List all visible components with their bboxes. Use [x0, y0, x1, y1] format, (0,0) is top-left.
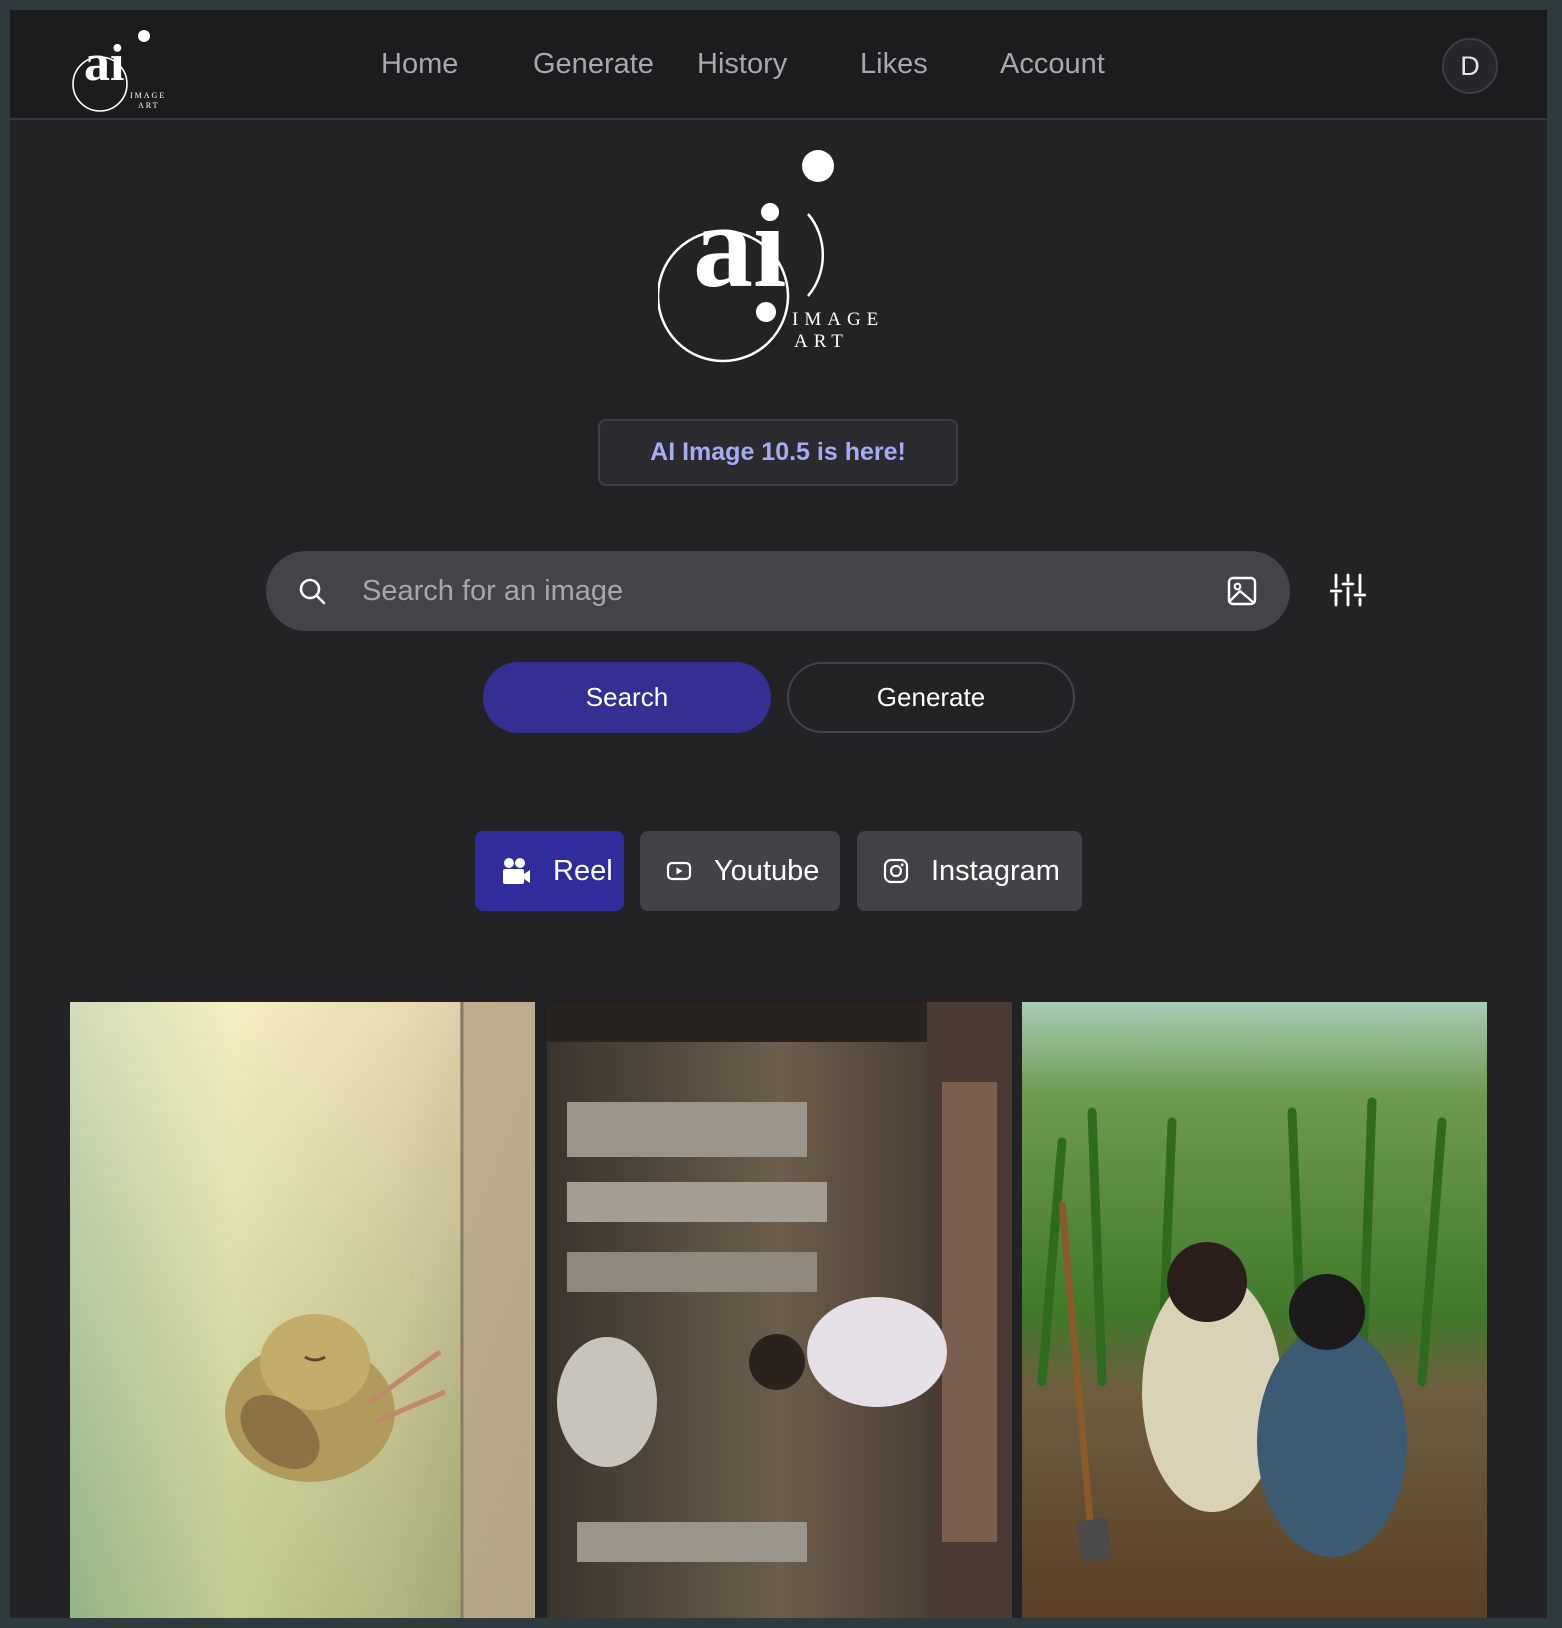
nav-account-link[interactable]: Account: [1000, 48, 1105, 81]
tab-instagram-label: Instagram: [931, 854, 1060, 887]
announcement-banner[interactable]: AI Image 10.5 is here!: [598, 419, 958, 486]
user-avatar[interactable]: D: [1442, 38, 1498, 94]
search-input[interactable]: [362, 565, 1182, 617]
nav-links: Home Generate History Likes Account: [10, 10, 1547, 120]
nav-home-link[interactable]: Home: [381, 48, 458, 81]
bird-image: [70, 1002, 535, 1618]
cornfield-image: [1022, 1002, 1487, 1618]
svg-text:ART: ART: [794, 331, 849, 352]
nav-history-link[interactable]: History: [697, 48, 787, 81]
tab-youtube-label: Youtube: [714, 854, 820, 887]
svg-text:IMAGE: IMAGE: [792, 309, 884, 330]
hero-logo: ai IMAGE ART: [658, 150, 884, 363]
image-upload-icon[interactable]: [1226, 575, 1258, 607]
generate-button[interactable]: Generate: [787, 662, 1075, 733]
top-navbar: ai IMAGE ART Home Generate History Likes…: [10, 10, 1547, 120]
tab-instagram[interactable]: Instagram: [857, 831, 1082, 911]
search-bar: [266, 551, 1290, 631]
instagram-icon: [883, 858, 909, 884]
tab-reel-label: Reel: [553, 854, 613, 887]
mosque-image: [547, 1002, 1012, 1618]
search-button[interactable]: Search: [483, 662, 771, 733]
youtube-icon: [666, 861, 692, 881]
video-camera-icon: [503, 858, 530, 884]
sliders-icon[interactable]: [1330, 572, 1366, 608]
gallery-image-card[interactable]: [70, 1002, 535, 1618]
tab-youtube[interactable]: Youtube: [640, 831, 840, 911]
tab-reel[interactable]: Reel: [475, 831, 624, 911]
nav-generate-link[interactable]: Generate: [533, 48, 654, 81]
gallery-image-card[interactable]: [547, 1002, 1012, 1618]
svg-text:ai: ai: [693, 179, 786, 312]
gallery-image-card[interactable]: [1022, 1002, 1487, 1618]
nav-likes-link[interactable]: Likes: [860, 48, 928, 81]
app-frame: ai IMAGE ART Home Generate History Likes…: [10, 10, 1547, 1618]
search-icon: [299, 578, 326, 605]
